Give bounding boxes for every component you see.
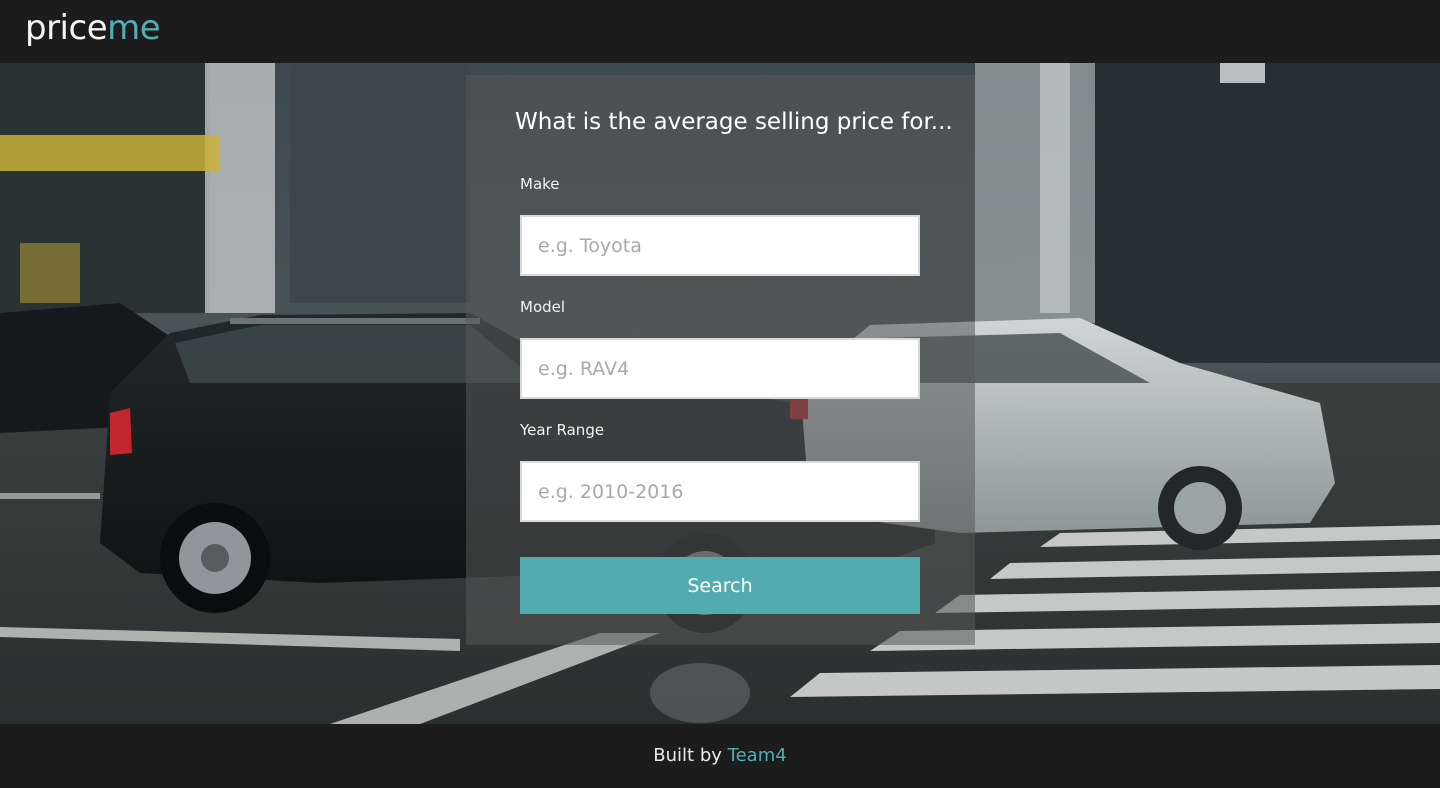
top-navbar: priceme	[0, 0, 1440, 63]
search-button[interactable]: Search	[520, 557, 920, 614]
model-input[interactable]	[520, 338, 920, 399]
footer-prefix: Built by	[653, 745, 722, 766]
year-range-label: Year Range	[520, 421, 605, 439]
search-panel: What is the average selling price for...…	[466, 75, 975, 645]
logo-text-price: price	[25, 8, 108, 48]
logo-text-me: me	[107, 8, 161, 48]
footer-credit: Built by Team4	[0, 744, 1440, 768]
hero-section: What is the average selling price for...…	[0, 63, 1440, 724]
model-label: Model	[520, 298, 566, 316]
year-range-input[interactable]	[520, 461, 920, 522]
logo[interactable]: priceme	[25, 8, 161, 48]
team-link[interactable]: Team4	[728, 745, 787, 766]
make-label: Make	[520, 175, 560, 193]
form-title: What is the average selling price for...	[515, 109, 953, 135]
make-input[interactable]	[520, 215, 920, 276]
footer: Built by Team4	[0, 724, 1440, 788]
